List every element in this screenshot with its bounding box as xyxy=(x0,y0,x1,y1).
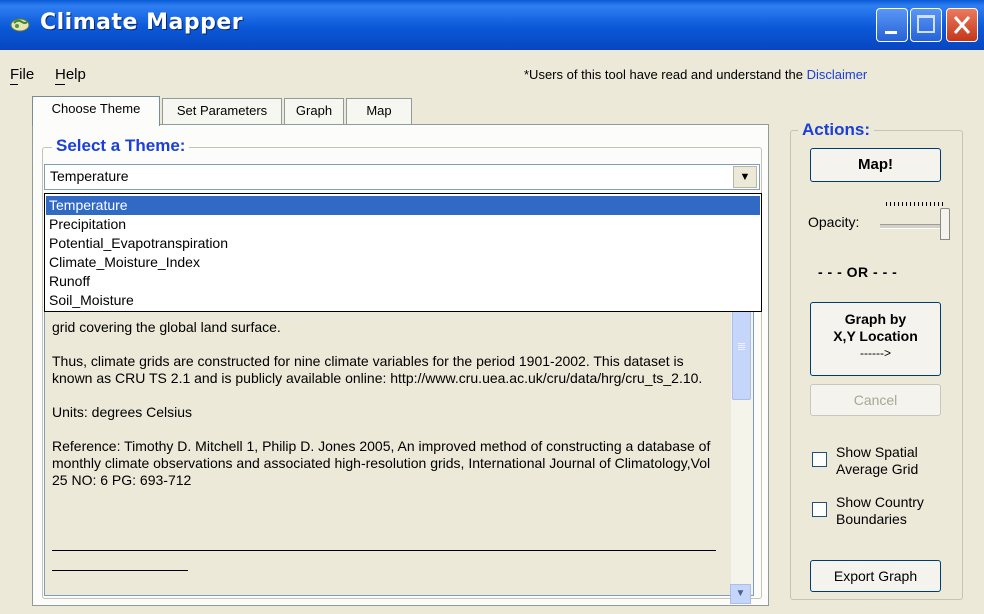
menu-file-accel-underline xyxy=(10,84,18,85)
theme-select-value: Temperature xyxy=(50,168,129,184)
export-graph-button-label: Export Graph xyxy=(833,568,918,584)
cancel-button-label: Cancel xyxy=(853,392,898,408)
theme-option-precipitation[interactable]: Precipitation xyxy=(46,215,760,234)
disclaimer-prefix: *Users of this tool have read and unders… xyxy=(524,67,807,82)
opacity-slider-ticks xyxy=(886,202,946,206)
export-graph-button[interactable]: Export Graph xyxy=(810,560,941,592)
description-reference: Reference: Timothy D. Mitchell 1, Philip… xyxy=(52,438,711,488)
tab-map-label: Map xyxy=(366,103,392,118)
theme-select-dropdown-button[interactable]: ▼ xyxy=(733,166,757,188)
graph-button-line3: ------> xyxy=(860,346,891,360)
theme-group-title-wrap: Select a Theme: xyxy=(52,136,190,156)
show-country-boundaries-label: Show Country Boundaries xyxy=(836,494,924,528)
tab-graph-label: Graph xyxy=(295,103,333,118)
tab-choose-theme[interactable]: Choose Theme xyxy=(32,96,160,126)
tab-set-parameters-label: Set Parameters xyxy=(176,103,268,118)
thumb-grip-icon xyxy=(738,343,745,344)
show-spatial-line2: Average Grid xyxy=(836,461,919,477)
description-line1: grid covering the global land surface. xyxy=(52,319,281,335)
tab-choose-theme-label: Choose Theme xyxy=(51,101,141,116)
show-country-line2: Boundaries xyxy=(836,511,907,527)
scroll-down-button[interactable]: ▼ xyxy=(730,584,751,604)
description-rule-1 xyxy=(52,550,716,551)
description-scrollbar-thumb[interactable] xyxy=(732,300,751,400)
description-units: Units: degrees Celsius xyxy=(52,404,193,420)
tab-graph[interactable]: Graph xyxy=(284,98,344,124)
tab-set-parameters[interactable]: Set Parameters xyxy=(162,98,282,124)
or-separator: - - - OR - - - xyxy=(818,264,898,280)
actions-title-wrap: Actions: xyxy=(798,120,874,140)
opacity-slider-track xyxy=(880,224,946,229)
show-spatial-average-checkbox[interactable] xyxy=(812,452,827,467)
show-spatial-line1: Show Spatial xyxy=(836,444,918,460)
opacity-slider-thumb[interactable] xyxy=(940,208,950,240)
minimize-icon xyxy=(885,31,897,34)
actions-title: Actions: xyxy=(798,120,874,139)
maximize-icon xyxy=(917,15,935,33)
disclaimer-link[interactable]: Disclaimer xyxy=(807,67,868,82)
menu-help[interactable]: Help xyxy=(55,66,86,83)
window-title: Climate Mapper xyxy=(40,10,244,35)
tab-map[interactable]: Map xyxy=(346,98,412,124)
show-country-boundaries-checkbox[interactable] xyxy=(812,502,827,517)
graph-button-line2: X,Y Location xyxy=(833,328,918,344)
theme-option-temperature[interactable]: Temperature xyxy=(46,196,760,215)
theme-select[interactable] xyxy=(44,164,760,190)
menu-help-accel-underline xyxy=(55,84,65,85)
menu-file-label: File xyxy=(10,66,35,83)
disclaimer-notice: *Users of this tool have read and unders… xyxy=(524,67,867,82)
menu-help-label: Help xyxy=(55,66,86,83)
description-para2: Thus, climate grids are constructed for … xyxy=(52,353,703,386)
cancel-button[interactable]: Cancel xyxy=(810,384,941,416)
map-button[interactable]: Map! xyxy=(810,148,941,182)
dropdown-arrow-icon: ▼ xyxy=(739,171,751,183)
show-country-line1: Show Country xyxy=(836,494,924,510)
minimize-button[interactable] xyxy=(876,8,908,42)
opacity-slider[interactable] xyxy=(880,202,952,242)
graph-by-location-button[interactable]: Graph by X,Y Location ------> xyxy=(810,302,941,376)
theme-dropdown-list: Temperature Precipitation Potential_Evap… xyxy=(44,193,762,312)
graph-button-line1: Graph by xyxy=(844,311,907,327)
chevron-down-icon: ▼ xyxy=(735,588,746,599)
theme-group-title: Select a Theme: xyxy=(52,136,190,155)
close-icon xyxy=(953,16,971,34)
map-button-label: Map! xyxy=(858,156,893,173)
description-text: grid covering the global land surface. T… xyxy=(52,319,724,506)
close-button[interactable] xyxy=(946,8,978,42)
app-globe-icon xyxy=(10,18,30,32)
theme-option-runoff[interactable]: Runoff xyxy=(46,272,760,291)
menu-file[interactable]: File xyxy=(10,66,34,83)
show-spatial-average-label: Show Spatial Average Grid xyxy=(836,444,918,478)
maximize-button[interactable] xyxy=(910,8,942,42)
description-rule-2 xyxy=(52,570,188,571)
theme-option-climate-moisture-index[interactable]: Climate_Moisture_Index xyxy=(46,253,760,272)
opacity-label: Opacity: xyxy=(808,214,860,230)
theme-option-soil-moisture[interactable]: Soil_Moisture xyxy=(46,291,760,310)
theme-option-potential-evapotranspiration[interactable]: Potential_Evapotranspiration xyxy=(46,234,760,253)
